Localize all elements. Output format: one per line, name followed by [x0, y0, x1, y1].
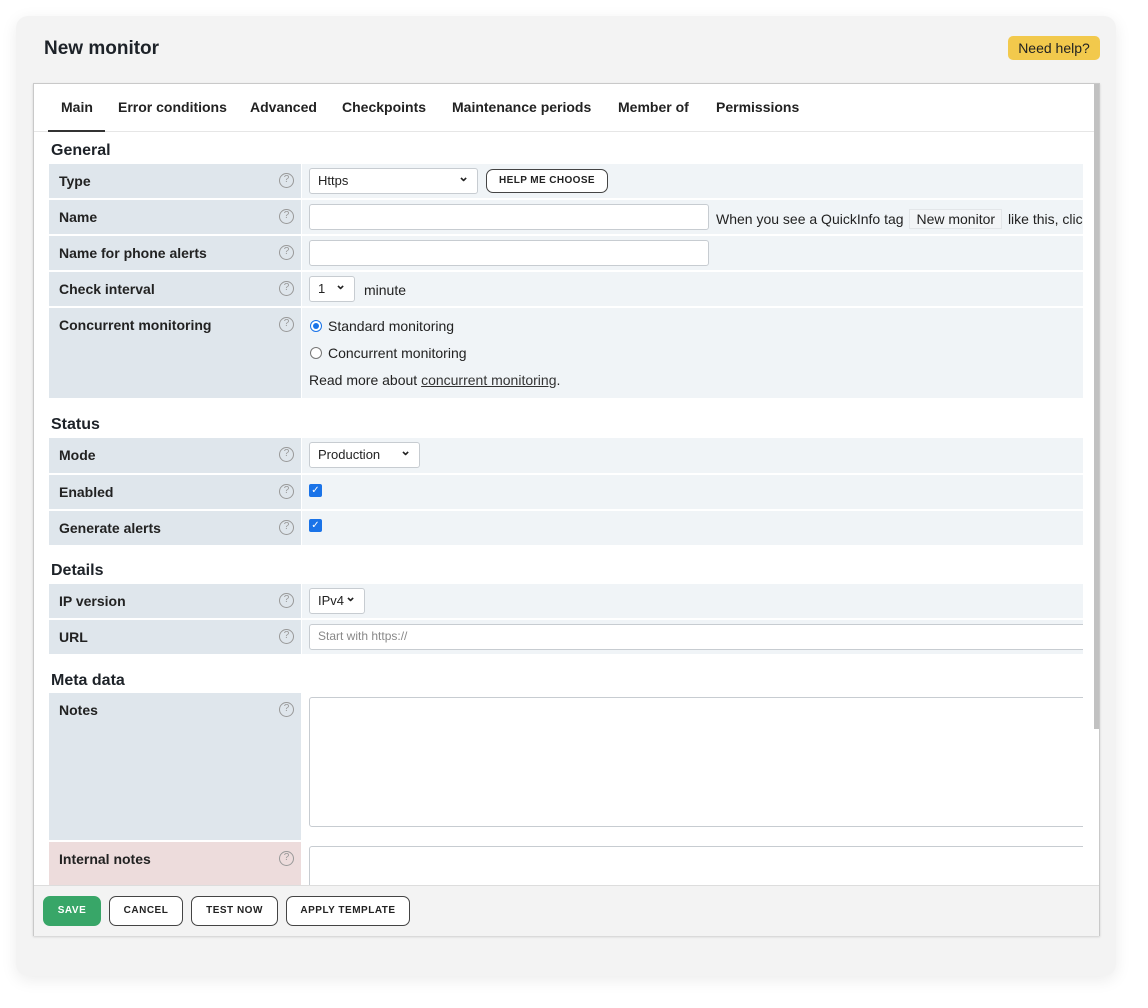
- read-more: Read more about concurrent monitoring.: [309, 372, 560, 388]
- page-title: New monitor: [44, 38, 159, 60]
- tab-maintenance-periods[interactable]: Maintenance periods: [452, 99, 591, 115]
- row-phone-name: Name for phone alerts?: [49, 236, 1083, 270]
- form-content: General Type? Https HELP ME CHOOSE Name?…: [34, 132, 1083, 885]
- field-label: Enabled: [59, 484, 113, 500]
- read-more-text: Read more about: [309, 372, 417, 388]
- row-check-interval: Check interval? 1 minute: [49, 272, 1083, 306]
- row-name: Name? When you see a QuickInfo tag New m…: [49, 200, 1083, 234]
- help-icon[interactable]: ?: [279, 245, 294, 260]
- help-me-choose-button[interactable]: HELP ME CHOOSE: [486, 169, 608, 193]
- scrollbar[interactable]: [1094, 84, 1099, 729]
- help-icon[interactable]: ?: [279, 447, 294, 462]
- field-label: Check interval: [59, 281, 155, 297]
- field-label: Type: [59, 173, 91, 189]
- need-help-button[interactable]: Need help?: [1008, 36, 1100, 60]
- row-url: URL? Start with https://: [49, 620, 1083, 654]
- save-button[interactable]: SAVE: [43, 896, 101, 926]
- field-label: Mode: [59, 447, 96, 463]
- field-label: URL: [59, 629, 88, 645]
- name-input[interactable]: [309, 204, 709, 230]
- row-type: Type? Https HELP ME CHOOSE: [49, 164, 1083, 198]
- row-ip-version: IP version? IPv4: [49, 584, 1083, 618]
- help-icon[interactable]: ?: [279, 629, 294, 644]
- field-label: Generate alerts: [59, 520, 161, 536]
- ip-version-select[interactable]: IPv4: [309, 588, 365, 614]
- section-meta-data: Meta data: [51, 672, 125, 690]
- help-icon[interactable]: ?: [279, 593, 294, 608]
- help-icon[interactable]: ?: [279, 281, 294, 296]
- help-icon[interactable]: ?: [279, 851, 294, 866]
- row-internal-notes: Internal notes?: [49, 842, 1083, 885]
- help-icon[interactable]: ?: [279, 209, 294, 224]
- url-input[interactable]: Start with https://: [309, 624, 1083, 650]
- help-icon[interactable]: ?: [279, 173, 294, 188]
- field-label: Notes: [59, 702, 98, 718]
- hint-text: like this, clic: [1008, 211, 1083, 227]
- tab-checkpoints[interactable]: Checkpoints: [342, 99, 426, 115]
- tab-bar: Main Error conditions Advanced Checkpoin…: [34, 84, 1094, 132]
- field-label: Internal notes: [59, 851, 151, 867]
- interval-unit: minute: [364, 282, 406, 298]
- form-footer: SAVE CANCEL TEST NOW APPLY TEMPLATE: [34, 885, 1099, 936]
- form-panel: Main Error conditions Advanced Checkpoin…: [33, 83, 1100, 936]
- section-details: Details: [51, 562, 103, 580]
- radio-concurrent[interactable]: [310, 347, 322, 359]
- type-select[interactable]: Https: [309, 168, 478, 194]
- section-general: General: [51, 142, 111, 160]
- row-notes: Notes?: [49, 693, 1083, 840]
- row-enabled: Enabled? ✓: [49, 475, 1083, 509]
- tab-main[interactable]: Main: [61, 99, 93, 115]
- period: .: [556, 372, 560, 388]
- help-icon[interactable]: ?: [279, 702, 294, 717]
- cancel-button[interactable]: CANCEL: [109, 896, 183, 926]
- quickinfo-tag[interactable]: New monitor: [909, 209, 1002, 229]
- quickinfo-hint: When you see a QuickInfo tag New monitor…: [716, 209, 1083, 229]
- hint-text: When you see a QuickInfo tag: [716, 211, 904, 227]
- radio-label: Concurrent monitoring: [328, 345, 467, 361]
- field-label: Name: [59, 209, 97, 225]
- field-label: Concurrent monitoring: [59, 317, 211, 333]
- monitor-dialog: New monitor Need help? Main Error condit…: [16, 16, 1116, 976]
- apply-template-button[interactable]: APPLY TEMPLATE: [286, 896, 410, 926]
- internal-notes-textarea[interactable]: [309, 846, 1083, 885]
- test-now-button[interactable]: TEST NOW: [191, 896, 278, 926]
- concurrent-monitoring-link[interactable]: concurrent monitoring: [421, 372, 556, 388]
- phone-name-input[interactable]: [309, 240, 709, 266]
- field-label: Name for phone alerts: [59, 245, 207, 261]
- radio-standard[interactable]: [310, 320, 322, 332]
- row-generate-alerts: Generate alerts? ✓: [49, 511, 1083, 545]
- tab-advanced[interactable]: Advanced: [250, 99, 317, 115]
- row-concurrent: Concurrent monitoring? Standard monitori…: [49, 308, 1083, 398]
- section-status: Status: [51, 416, 100, 434]
- row-mode: Mode? Production: [49, 438, 1083, 473]
- tab-member-of[interactable]: Member of: [618, 99, 689, 115]
- help-icon[interactable]: ?: [279, 484, 294, 499]
- interval-select[interactable]: 1: [309, 276, 355, 302]
- radio-label: Standard monitoring: [328, 318, 454, 334]
- enabled-checkbox[interactable]: ✓: [309, 484, 322, 497]
- field-label: IP version: [59, 593, 126, 609]
- tab-error-conditions[interactable]: Error conditions: [118, 99, 227, 115]
- help-icon[interactable]: ?: [279, 317, 294, 332]
- help-icon[interactable]: ?: [279, 520, 294, 535]
- mode-select[interactable]: Production: [309, 442, 420, 468]
- generate-alerts-checkbox[interactable]: ✓: [309, 519, 322, 532]
- tab-permissions[interactable]: Permissions: [716, 99, 799, 115]
- notes-textarea[interactable]: [309, 697, 1083, 827]
